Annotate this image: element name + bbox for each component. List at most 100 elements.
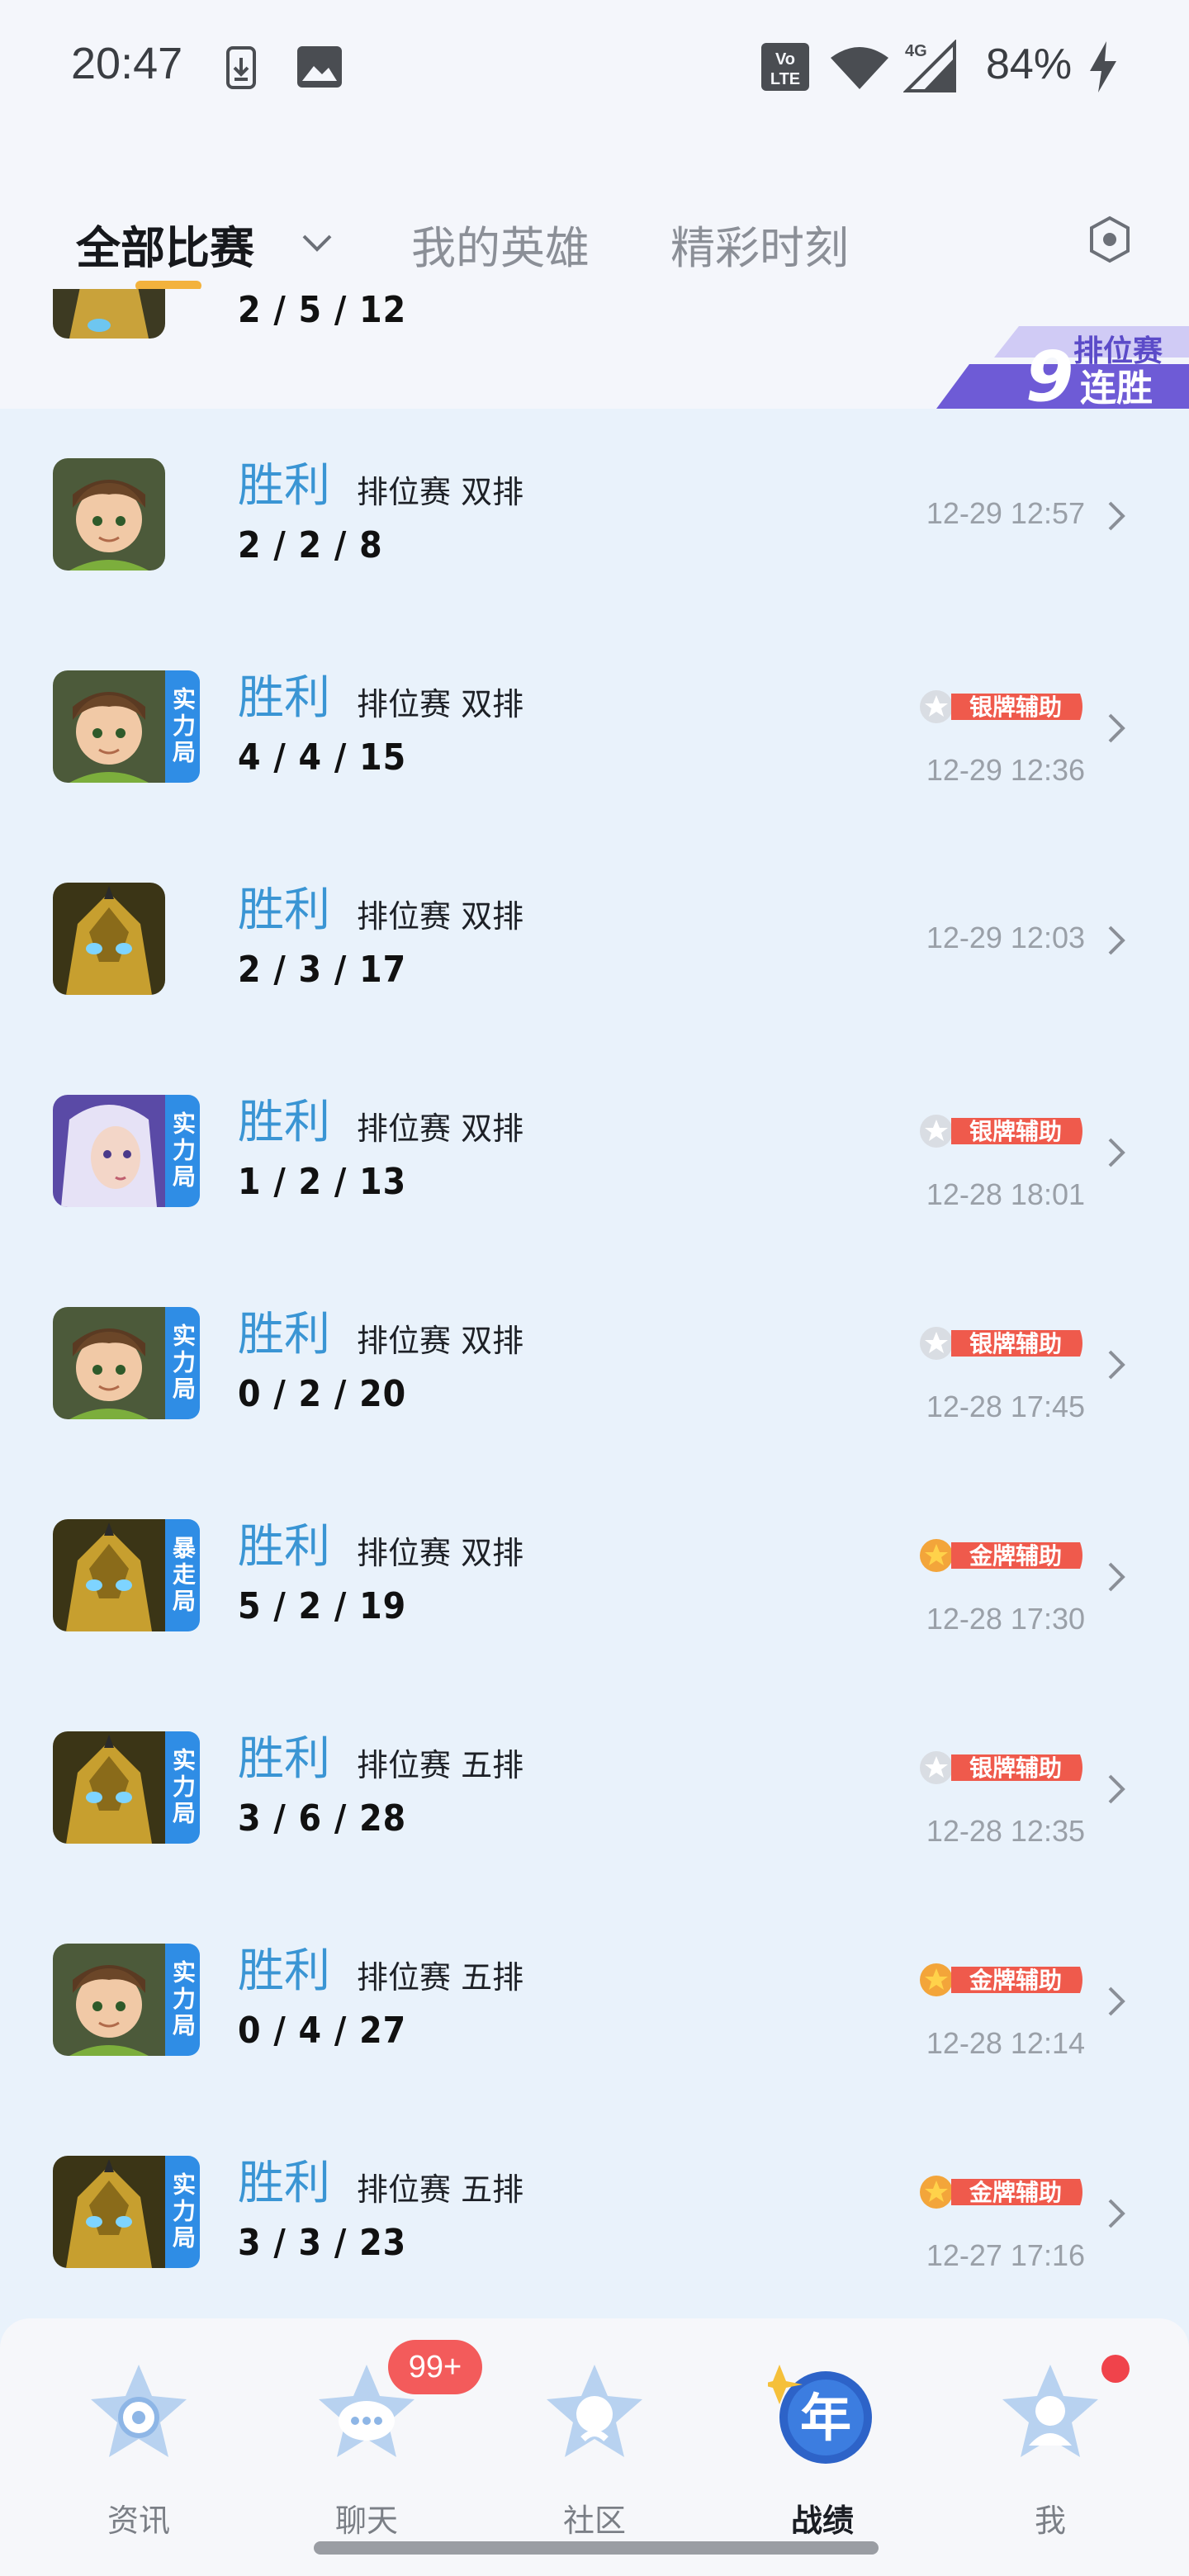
match-mode-badge: 实力局 — [165, 1731, 200, 1844]
match-row[interactable]: 实力局 胜利 排位赛 双排 0 / 2 / 20 银牌辅助 12-28 17:45 — [0, 1257, 1189, 1470]
hero-avatar — [53, 1519, 165, 1631]
chevron-right-icon[interactable] — [1106, 2197, 1126, 2230]
battery-percent: 84% — [986, 40, 1073, 88]
chevron-down-icon[interactable] — [301, 233, 334, 254]
hero-avatar — [53, 670, 165, 783]
chevron-right-icon[interactable] — [1106, 500, 1126, 533]
community-icon — [547, 2365, 642, 2457]
silver-medal-badge: 银牌辅助 — [920, 1327, 1082, 1360]
medal-label: 金牌辅助 — [969, 2179, 1062, 2206]
match-row[interactable]: 实力局 胜利 排位赛 五排 3 / 6 / 28 银牌辅助 12-28 12:35 — [0, 1682, 1189, 1894]
hero-avatar — [53, 1944, 165, 2056]
match-row[interactable]: 实力局 胜利 排位赛 五排 3 / 3 / 23 金牌辅助 12-27 17:16 — [0, 2106, 1189, 2318]
kda-score: 2 / 3 / 17 — [238, 949, 407, 991]
wifi-icon — [831, 47, 888, 89]
streak-number: 9 — [1026, 336, 1073, 409]
nav-label-records: 战绩 — [790, 2503, 854, 2539]
kda-score: 1 / 2 / 13 — [238, 1161, 407, 1203]
match-row-partial[interactable]: 2 / 5 / 12 9 排位赛 连胜 — [0, 289, 1189, 409]
kda-score: 3 / 6 / 28 — [238, 1797, 407, 1840]
settings-hexagon-icon[interactable] — [1087, 215, 1133, 264]
chat-unread-badge: 99+ — [388, 2340, 482, 2394]
image-icon — [297, 46, 342, 88]
svg-text:4G: 4G — [905, 42, 927, 60]
match-row[interactable]: 实力局 胜利 排位赛 双排 4 / 4 / 15 银牌辅助 12-29 12:36 — [0, 621, 1189, 833]
nav-item-community[interactable]: 社区 — [528, 2343, 661, 2539]
match-time: 12-28 12:35 — [926, 1814, 1085, 1848]
hero-avatar — [53, 289, 165, 339]
hero-avatar — [53, 1095, 165, 1207]
streak-label-bottom: 连胜 — [1080, 367, 1153, 409]
status-time: 20:47 — [71, 39, 183, 88]
hero-avatar — [53, 1731, 165, 1844]
match-mode-badge: 暴走局 — [165, 1519, 200, 1631]
streak-label-top: 排位赛 — [1073, 334, 1163, 368]
match-mode-badge: 实力局 — [165, 1095, 200, 1207]
chevron-right-icon[interactable] — [1106, 712, 1126, 745]
match-result: 胜利 — [238, 1520, 330, 1574]
match-row[interactable]: 胜利 排位赛 双排 2 / 3 / 17 12-29 12:03 — [0, 833, 1189, 1045]
silver-medal-badge: 银牌辅助 — [920, 1751, 1082, 1784]
download-icon — [226, 46, 256, 89]
match-time: 12-28 17:45 — [926, 1390, 1085, 1423]
chevron-right-icon[interactable] — [1106, 1560, 1126, 1593]
match-type: 排位赛 双排 — [357, 1535, 524, 1571]
match-result: 胜利 — [238, 1944, 330, 1998]
year-icon-text: 年 — [800, 2388, 851, 2448]
kda-score: 0 / 2 / 20 — [238, 1373, 407, 1415]
win-streak-badge: 9 排位赛 连胜 — [936, 326, 1189, 409]
match-result: 胜利 — [238, 1096, 330, 1149]
match-result: 胜利 — [238, 1308, 330, 1361]
medal-label: 银牌辅助 — [969, 1330, 1062, 1357]
gold-medal-badge: 金牌辅助 — [920, 1963, 1082, 1996]
kda-score: 5 / 2 / 19 — [238, 1585, 407, 1627]
home-indicator[interactable] — [314, 2541, 879, 2555]
hero-avatar — [53, 2156, 165, 2268]
match-type: 排位赛 双排 — [357, 898, 524, 935]
match-time: 12-28 17:30 — [926, 1602, 1085, 1636]
news-icon — [91, 2365, 187, 2457]
hero-avatar — [53, 458, 165, 571]
tab-all-matches[interactable]: 全部比赛 — [76, 211, 254, 277]
match-row[interactable]: 暴走局 胜利 排位赛 双排 5 / 2 / 19 金牌辅助 12-28 17:30 — [0, 1470, 1189, 1682]
top-tab-bar: 全部比赛 我的英雄 精彩时刻 — [0, 132, 1189, 291]
nav-label-me: 我 — [1034, 2503, 1066, 2539]
match-result: 胜利 — [238, 671, 330, 725]
chevron-right-icon[interactable] — [1106, 924, 1126, 957]
match-result: 胜利 — [238, 1732, 330, 1786]
kda-score: 2 / 2 / 8 — [238, 524, 383, 566]
match-result: 胜利 — [238, 2157, 330, 2210]
chevron-right-icon[interactable] — [1106, 1136, 1126, 1169]
tab-highlights[interactable]: 精彩时刻 — [670, 211, 849, 277]
match-type: 排位赛 双排 — [357, 474, 524, 510]
nav-item-news[interactable]: 资讯 — [73, 2343, 205, 2539]
match-time: 12-29 12:36 — [926, 753, 1085, 787]
match-mode-badge: 实力局 — [165, 1307, 200, 1419]
chevron-right-icon[interactable] — [1106, 1985, 1126, 2018]
svg-text:Vo: Vo — [775, 50, 795, 69]
nav-item-records[interactable]: 年 战绩 — [756, 2343, 888, 2539]
match-type: 排位赛 五排 — [357, 2171, 524, 2208]
match-time: 12-28 12:14 — [926, 2026, 1085, 2060]
chevron-right-icon[interactable] — [1106, 1773, 1126, 1806]
nav-item-me[interactable]: 我 — [984, 2343, 1116, 2539]
match-mode-badge: 实力局 — [165, 670, 200, 783]
chevron-right-icon[interactable] — [1106, 1348, 1126, 1381]
match-time: 12-29 12:03 — [926, 921, 1085, 954]
match-type: 排位赛 双排 — [357, 1323, 524, 1359]
match-mode-badge: 实力局 — [165, 1944, 200, 2056]
tab-my-heroes[interactable]: 我的英雄 — [411, 211, 590, 277]
match-result: 胜利 — [238, 459, 330, 513]
match-row[interactable]: 实力局 胜利 排位赛 双排 1 / 2 / 13 银牌辅助 12-28 18:01 — [0, 1045, 1189, 1257]
nav-label-news: 资讯 — [107, 2503, 170, 2539]
bottom-nav-bar: 资讯 聊天 社区 年 战绩 我 — [0, 2318, 1189, 2576]
status-bar: 20:47 Vo LTE 4G 84% — [0, 0, 1189, 132]
silver-medal-badge: 银牌辅助 — [920, 690, 1082, 723]
medal-label: 银牌辅助 — [969, 1118, 1062, 1145]
profile-icon — [1002, 2365, 1098, 2457]
medal-label: 金牌辅助 — [969, 1542, 1062, 1570]
match-row[interactable]: 实力局 胜利 排位赛 五排 0 / 4 / 27 金牌辅助 12-28 12:14 — [0, 1894, 1189, 2106]
profile-notification-dot — [1101, 2355, 1130, 2383]
nav-label-community: 社区 — [562, 2503, 626, 2539]
match-row[interactable]: 胜利 排位赛 双排 2 / 2 / 8 12-29 12:57 — [0, 409, 1189, 621]
